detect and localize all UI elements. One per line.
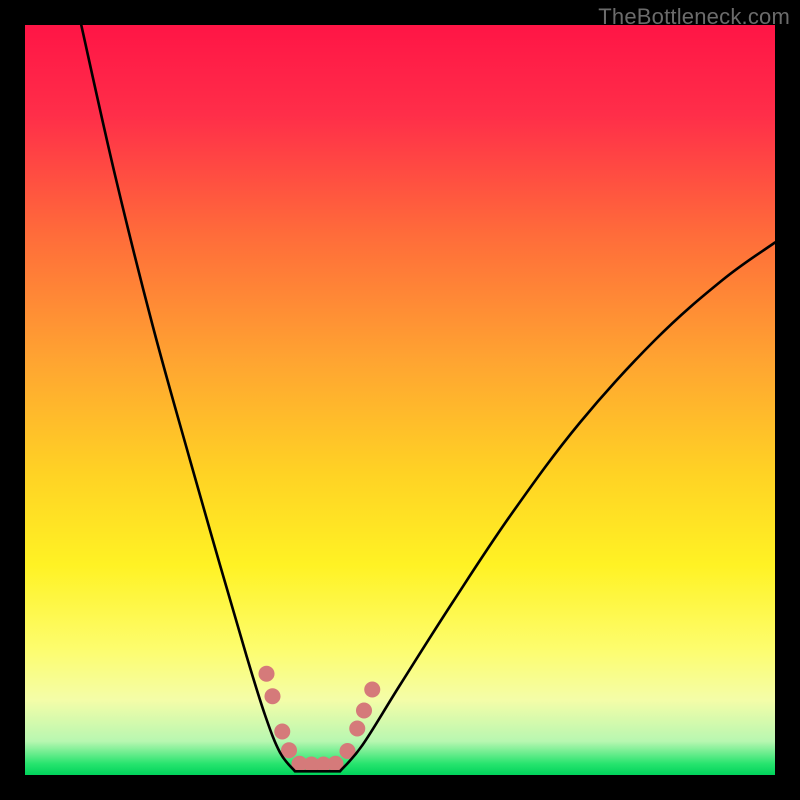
highlight-dot xyxy=(274,723,290,739)
highlight-dot xyxy=(349,720,365,736)
plot-area xyxy=(25,25,775,775)
highlight-dot xyxy=(364,681,380,697)
bottleneck-curve-left xyxy=(81,25,295,771)
highlight-dot xyxy=(264,688,280,704)
marker-group xyxy=(258,666,380,773)
highlight-dot xyxy=(258,666,274,682)
bottleneck-curve-right xyxy=(340,243,775,772)
watermark-text: TheBottleneck.com xyxy=(598,4,790,30)
curves-layer xyxy=(25,25,775,775)
highlight-dot xyxy=(356,702,372,718)
outer-frame: TheBottleneck.com xyxy=(0,0,800,800)
